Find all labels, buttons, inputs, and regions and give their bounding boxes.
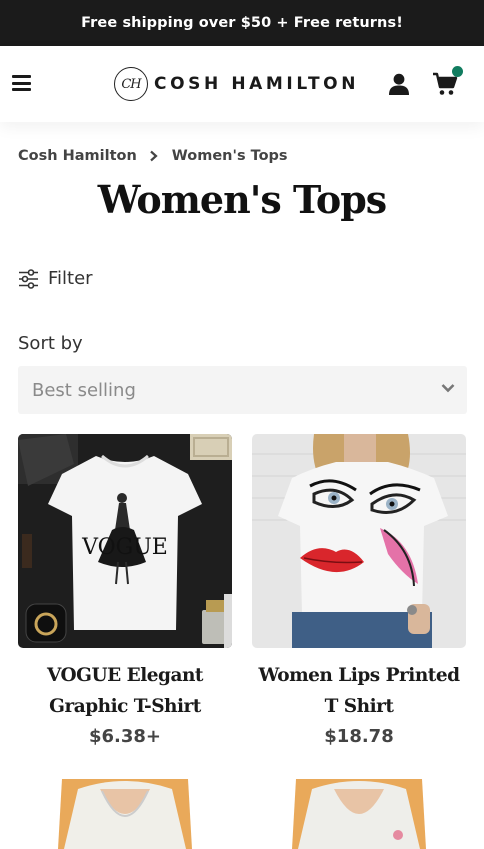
hamburger-icon: [12, 75, 31, 78]
product-name-line2: Graphic T-Shirt: [49, 696, 201, 717]
user-icon: [389, 73, 409, 95]
menu-button[interactable]: [12, 75, 31, 91]
sort-value: Best selling: [32, 379, 136, 401]
site-header: CH COSH HAMILTON: [0, 46, 484, 122]
sort-select[interactable]: Best selling: [18, 366, 467, 414]
product-card[interactable]: VOGUE VOGUE Elegant Graphic T-Shirt $6.3…: [18, 434, 232, 747]
breadcrumb-current: Women's Tops: [171, 148, 288, 164]
breadcrumb: Cosh Hamilton Women's Tops: [18, 148, 288, 164]
product-price: $18.78: [324, 726, 394, 747]
breadcrumb-home-link[interactable]: Cosh Hamilton: [18, 148, 137, 164]
product-name[interactable]: VOGUE Elegant Graphic T-Shirt: [18, 660, 232, 722]
vogue-print-text: VOGUE: [81, 535, 168, 560]
product-image[interactable]: [252, 434, 466, 648]
product-name[interactable]: Women Lips Printed T Shirt: [252, 660, 466, 722]
chevron-right-icon: [150, 150, 158, 162]
announcement-text: Free shipping over $50 + Free returns!: [81, 15, 403, 31]
site-logo[interactable]: CH COSH HAMILTON: [114, 67, 359, 101]
logo-mark: CH: [114, 67, 148, 101]
chevron-down-icon: [441, 384, 455, 393]
product-name-line2: T Shirt: [324, 696, 394, 717]
cart-count-badge: [452, 66, 463, 77]
product-image[interactable]: [18, 779, 232, 849]
account-button[interactable]: [388, 73, 410, 95]
product-name-line1: VOGUE Elegant: [47, 665, 203, 686]
product-image[interactable]: VOGUE: [18, 434, 232, 648]
product-image[interactable]: [252, 779, 466, 849]
filter-button[interactable]: Filter: [18, 268, 93, 289]
sliders-icon: [19, 268, 38, 289]
filter-label: Filter: [48, 268, 93, 289]
announcement-bar: Free shipping over $50 + Free returns!: [0, 0, 484, 46]
product-name-line1: Women Lips Printed: [258, 665, 460, 686]
page-title: Women's Tops: [97, 177, 387, 222]
product-card[interactable]: Women Lips Printed T Shirt $18.78: [252, 434, 466, 747]
sort-label: Sort by: [18, 333, 83, 354]
logo-text: COSH HAMILTON: [154, 74, 360, 94]
product-price: $6.38+: [88, 726, 162, 747]
